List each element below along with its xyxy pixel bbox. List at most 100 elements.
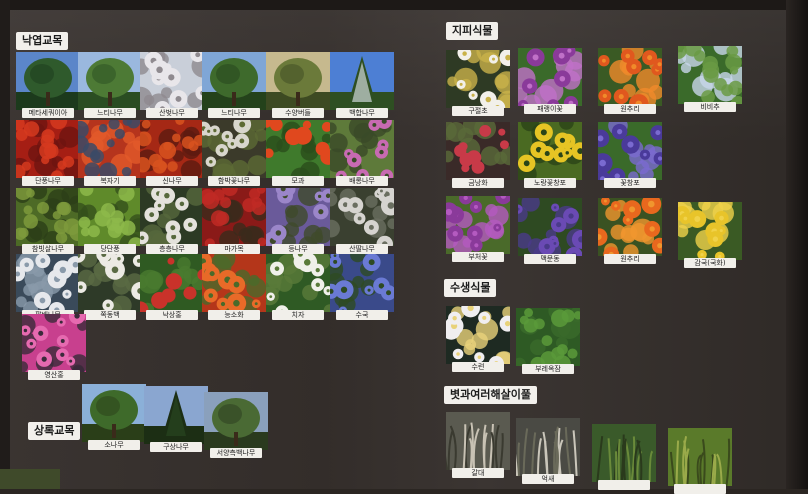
section-label-deciduous: 낙엽교목 <box>16 32 69 50</box>
plant-photo-tile: 등나무 <box>266 188 330 254</box>
plant-name-label: 패랭이꽃 <box>524 104 576 114</box>
plant-photo-tile: 패랭이꽃 <box>518 48 582 114</box>
plant-photo-tile: 느티나무 <box>202 52 266 118</box>
plant-photo <box>204 392 268 450</box>
plant-photo-tile: 구상나무 <box>144 386 208 452</box>
plant-photo-tile: 모과 <box>266 120 330 186</box>
plant-photo-tile: 당단풍 <box>78 188 142 254</box>
plant-photo <box>22 314 86 372</box>
plant-photo <box>266 52 330 110</box>
plant-photo-tile: 수련 <box>446 306 510 372</box>
plant-photo <box>446 196 510 254</box>
plant-name-label: 구절초 <box>452 106 504 116</box>
plant-photo <box>330 120 394 178</box>
plant-photo <box>202 254 266 312</box>
section-label-grasses: 볏과여러해살이풀 <box>444 386 537 404</box>
plant-name-label: 수양버들 <box>272 108 324 118</box>
plant-name-label: 등나무 <box>272 244 324 254</box>
plant-photo-tile <box>668 428 732 494</box>
plant-name-label: 억새 <box>522 474 574 484</box>
plant-photo-tile: 백합나무 <box>330 52 394 118</box>
plant-name-label: 갈대 <box>452 468 504 478</box>
plant-name-label: 백합나무 <box>336 108 388 118</box>
plant-photo-tile: 팥배나무 <box>16 254 80 320</box>
plant-name-label: 느티나무 <box>208 108 260 118</box>
plant-photo <box>592 424 656 482</box>
section-label-aquatic: 수생식물 <box>444 279 497 297</box>
plant-photo-tile: 쪽동백 <box>78 254 142 320</box>
sign-frame-left <box>0 0 10 489</box>
plant-name-label: 비비추 <box>684 102 736 112</box>
plant-photo-tile: 원추리 <box>598 48 662 114</box>
plant-photo-tile: 소나무 <box>82 384 146 450</box>
plant-photo <box>144 386 208 444</box>
plant-photo <box>266 254 330 312</box>
plant-photo-tile: 부처꽃 <box>446 196 510 262</box>
plant-photo <box>518 48 582 106</box>
plant-photo-tile: 원추리 <box>598 198 662 264</box>
plant-name-label: 신나무 <box>146 176 198 186</box>
sign-frame-right <box>786 0 808 489</box>
plant-photo-tile <box>592 424 656 490</box>
plant-photo <box>330 52 394 110</box>
plant-photo-tile: 복자기 <box>78 120 142 186</box>
plant-name-label: 느티나무 <box>84 108 136 118</box>
plant-photo <box>598 48 662 106</box>
plant-photo-tile: 느티나무 <box>78 52 142 118</box>
plant-photo-tile: 억새 <box>516 418 580 484</box>
signboard: 낙엽교목 상록교목 지피식물 수생식물 볏과여러해살이풀 메타세쿼이아 느티나무 산… <box>0 0 808 494</box>
plant-name-label: 단풍나무 <box>22 176 74 186</box>
plant-photo <box>678 46 742 104</box>
plant-photo-tile: 능소화 <box>202 254 266 320</box>
plant-photo <box>518 198 582 256</box>
plant-photo <box>446 122 510 180</box>
plant-photo <box>16 120 80 178</box>
plant-photo-tile: 낙상홍 <box>140 254 204 320</box>
plant-photo-tile: 산벚나무 <box>140 52 204 118</box>
plant-photo <box>678 202 742 260</box>
plant-photo-tile: 노랑꽃창포 <box>518 122 582 188</box>
plant-name-label: 참빗살나무 <box>22 244 74 254</box>
plant-photo-tile: 감국(국화) <box>678 202 742 268</box>
plant-photo-tile: 마가목 <box>202 188 266 254</box>
section-label-groundcover: 지피식물 <box>446 22 499 40</box>
plant-photo-tile: 치자 <box>266 254 330 320</box>
plant-name-label: 배롱나무 <box>336 176 388 186</box>
plant-photo-tile: 갈대 <box>446 412 510 478</box>
plant-photo <box>78 52 142 110</box>
plant-photo-tile: 서양측백나무 <box>204 392 268 458</box>
plant-photo <box>266 120 330 178</box>
plant-name-label: 수국 <box>336 310 388 320</box>
plant-name-label: 함박꽃나무 <box>208 176 260 186</box>
plant-photo-tile: 수양버들 <box>266 52 330 118</box>
plant-name-label: 맥문동 <box>524 254 576 264</box>
plant-photo-tile: 영산홍 <box>22 314 86 380</box>
plant-photo <box>140 188 204 246</box>
section-label-evergreen: 상록교목 <box>28 422 81 440</box>
plant-photo <box>266 188 330 246</box>
plant-name-label: 원추리 <box>604 104 656 114</box>
plant-photo-tile: 배롱나무 <box>330 120 394 186</box>
plant-photo-tile: 꽃창포 <box>598 122 662 188</box>
plant-photo-tile: 부레옥잠 <box>516 308 580 374</box>
plant-photo <box>446 50 510 108</box>
plant-photo <box>82 384 146 442</box>
plant-name-label: 서양측백나무 <box>210 448 262 458</box>
plant-photo-tile: 맥문동 <box>518 198 582 264</box>
plant-photo <box>140 52 204 110</box>
plant-name-label: 산딸나무 <box>336 244 388 254</box>
plant-name-label: 노랑꽃창포 <box>524 178 576 188</box>
plant-photo <box>516 418 580 476</box>
plant-photo <box>78 188 142 246</box>
sign-frame-top <box>0 0 808 10</box>
plant-name-label: 낙상홍 <box>146 310 198 320</box>
plant-photo-tile: 산딸나무 <box>330 188 394 254</box>
plant-photo <box>516 308 580 366</box>
plant-photo-tile: 함박꽃나무 <box>202 120 266 186</box>
plant-name-label: 원추리 <box>604 254 656 264</box>
plant-name-label: 쪽동백 <box>84 310 136 320</box>
plant-photo <box>598 122 662 180</box>
plant-photo <box>330 254 394 312</box>
plant-photo <box>202 188 266 246</box>
plant-name-label: 층층나무 <box>146 244 198 254</box>
